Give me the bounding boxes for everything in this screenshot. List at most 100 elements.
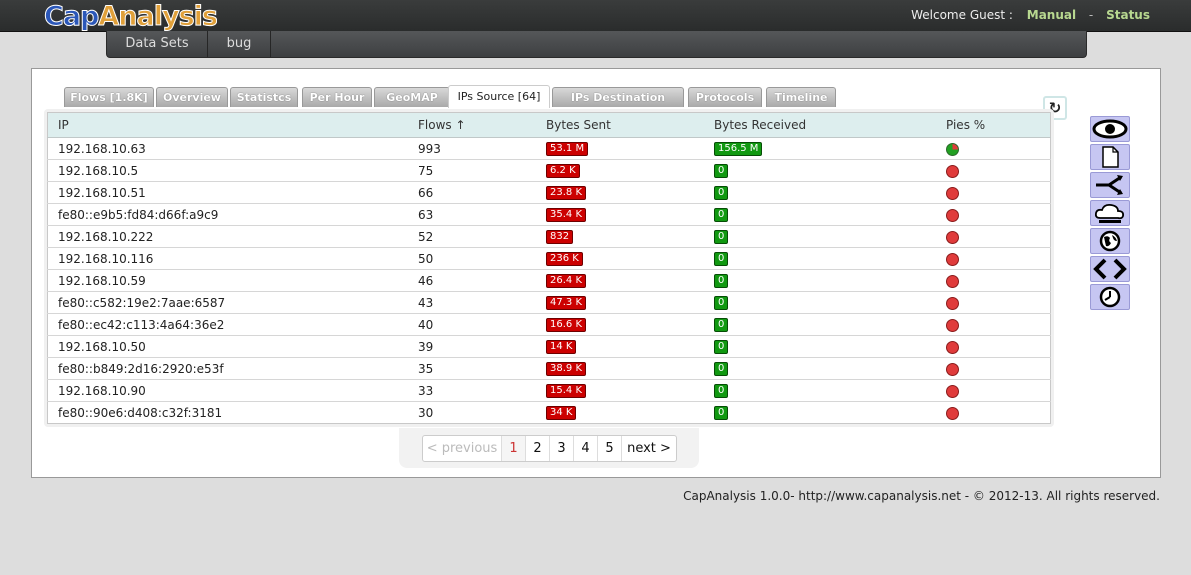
table-row[interactable]: fe80::ec42:c113:4a64:36e2 40 16.6 K 0 bbox=[47, 313, 1051, 336]
tab-per-hour[interactable]: Per Hour bbox=[302, 87, 372, 107]
bytes-sent-badge: 38.9 K bbox=[546, 361, 587, 376]
main-panel: Flows [1.8K] Overview Statistcs Per Hour… bbox=[31, 68, 1161, 478]
arrows-icon bbox=[1093, 258, 1127, 280]
tab-protocols[interactable]: Protocols bbox=[688, 87, 762, 107]
pagination-frame: < previous 1 2 3 4 5 next > bbox=[399, 428, 699, 468]
table-row[interactable]: fe80::90e6:d408:c32f:3181 30 34 K 0 bbox=[47, 401, 1051, 424]
bytes-received-badge: 0 bbox=[714, 339, 729, 354]
pie-chart-icon[interactable] bbox=[946, 296, 959, 310]
tab-ips-source[interactable]: IPs Source [64] bbox=[448, 85, 550, 108]
document-icon bbox=[1102, 146, 1119, 168]
document-button[interactable] bbox=[1090, 144, 1130, 170]
bytes-received-badge: 0 bbox=[714, 185, 729, 200]
pie-chart-icon[interactable] bbox=[946, 186, 959, 200]
cell-bytes-sent: 6.2 K bbox=[536, 159, 704, 182]
direction-button[interactable] bbox=[1090, 256, 1130, 282]
tab-overview[interactable]: Overview bbox=[156, 87, 228, 107]
table-row[interactable]: 192.168.10.5 75 6.2 K 0 bbox=[47, 159, 1051, 182]
cell-flows: 30 bbox=[408, 401, 536, 424]
bytes-sent-badge: 35.4 K bbox=[546, 207, 587, 222]
cell-bytes-sent: 35.4 K bbox=[536, 203, 704, 226]
pie-chart-icon[interactable] bbox=[946, 340, 959, 354]
dataset-menu-data-sets[interactable]: Data Sets bbox=[107, 31, 208, 57]
page-button-4[interactable]: 4 bbox=[574, 436, 598, 461]
cell-bytes-received: 0 bbox=[704, 401, 936, 424]
cell-bytes-sent: 15.4 K bbox=[536, 379, 704, 402]
cell-ip: 192.168.10.51 bbox=[47, 181, 408, 204]
table-row[interactable]: 192.168.10.51 66 23.8 K 0 bbox=[47, 181, 1051, 204]
cell-pie bbox=[936, 269, 1051, 292]
next-page-button[interactable]: next > bbox=[622, 436, 676, 461]
branch-button[interactable] bbox=[1090, 172, 1130, 198]
branch-icon bbox=[1096, 175, 1123, 195]
column-header-ip[interactable]: IP bbox=[47, 112, 408, 138]
pie-chart-icon[interactable] bbox=[946, 142, 959, 156]
pie-chart-icon[interactable] bbox=[946, 406, 959, 420]
table-row[interactable]: fe80::c582:19e2:7aae:6587 43 47.3 K 0 bbox=[47, 291, 1051, 314]
pie-chart-icon[interactable] bbox=[946, 230, 959, 244]
table-header-row: IP Flows ↑ Bytes Sent Bytes Received Pie… bbox=[47, 112, 1051, 138]
status-link[interactable]: Status bbox=[1106, 8, 1150, 22]
table-row[interactable]: 192.168.10.59 46 26.4 K 0 bbox=[47, 269, 1051, 292]
table-row[interactable]: 192.168.10.50 39 14 K 0 bbox=[47, 335, 1051, 358]
column-header-bytes-sent[interactable]: Bytes Sent bbox=[536, 112, 704, 138]
view-button[interactable] bbox=[1090, 116, 1130, 142]
timeline-button[interactable] bbox=[1090, 284, 1130, 310]
bytes-received-badge: 156.5 M bbox=[714, 141, 763, 156]
cell-flows: 993 bbox=[408, 137, 536, 160]
cell-pie bbox=[936, 379, 1051, 402]
pie-chart-icon[interactable] bbox=[946, 384, 959, 398]
dataset-bar: Data Sets bug bbox=[106, 31, 1087, 58]
page-button-5[interactable]: 5 bbox=[598, 436, 622, 461]
cell-flows: 40 bbox=[408, 313, 536, 336]
table-row[interactable]: fe80::e9b5:fd84:d66f:a9c9 63 35.4 K 0 bbox=[47, 203, 1051, 226]
previous-page-button[interactable]: < previous bbox=[423, 436, 502, 461]
bytes-received-badge: 0 bbox=[714, 361, 729, 376]
bytes-sent-badge: 6.2 K bbox=[546, 163, 580, 178]
bytes-received-badge: 0 bbox=[714, 383, 729, 398]
column-header-bytes-received[interactable]: Bytes Received bbox=[704, 112, 936, 138]
logo-text-analysis: Analysis bbox=[98, 1, 217, 32]
column-header-flows[interactable]: Flows ↑ bbox=[408, 112, 536, 138]
page-button-3[interactable]: 3 bbox=[550, 436, 574, 461]
page-button-1[interactable]: 1 bbox=[502, 436, 526, 461]
eye-icon bbox=[1092, 119, 1128, 139]
table-row[interactable]: 192.168.10.116 50 236 K 0 bbox=[47, 247, 1051, 270]
bytes-received-badge: 0 bbox=[714, 163, 729, 178]
cell-bytes-received: 0 bbox=[704, 357, 936, 380]
app-logo[interactable]: CapAnalysis bbox=[44, 0, 217, 32]
cell-bytes-sent: 47.3 K bbox=[536, 291, 704, 314]
table-row[interactable]: 192.168.10.90 33 15.4 K 0 bbox=[47, 379, 1051, 402]
geomap-button[interactable] bbox=[1090, 228, 1130, 254]
bytes-sent-badge: 34 K bbox=[546, 405, 577, 420]
pie-chart-icon[interactable] bbox=[946, 252, 959, 266]
manual-link[interactable]: Manual bbox=[1027, 8, 1076, 22]
bytes-received-badge: 0 bbox=[714, 229, 729, 244]
cell-bytes-received: 0 bbox=[704, 379, 936, 402]
welcome-label: Welcome Guest : bbox=[911, 8, 1013, 22]
tab-statistics[interactable]: Statistcs bbox=[230, 87, 298, 107]
cell-bytes-sent: 34 K bbox=[536, 401, 704, 424]
dataset-menu-bug[interactable]: bug bbox=[208, 31, 271, 57]
cell-pie bbox=[936, 225, 1051, 248]
pie-chart-icon[interactable] bbox=[946, 318, 959, 332]
cell-bytes-received: 0 bbox=[704, 181, 936, 204]
cell-ip: 192.168.10.63 bbox=[47, 137, 408, 160]
pie-chart-icon[interactable] bbox=[946, 274, 959, 288]
table-row[interactable]: 192.168.10.222 52 832 0 bbox=[47, 225, 1051, 248]
tab-geomap[interactable]: GeoMAP bbox=[374, 87, 450, 107]
tab-timeline[interactable]: Timeline bbox=[766, 87, 836, 107]
tab-ips-destination[interactable]: IPs Destination [141] bbox=[552, 87, 684, 124]
bytes-sent-badge: 15.4 K bbox=[546, 383, 587, 398]
pie-chart-icon[interactable] bbox=[946, 164, 959, 178]
cell-pie bbox=[936, 357, 1051, 380]
column-header-pies[interactable]: Pies % bbox=[936, 112, 1051, 138]
page-button-2[interactable]: 2 bbox=[526, 436, 550, 461]
protocols-button[interactable] bbox=[1090, 200, 1130, 226]
pie-chart-icon[interactable] bbox=[946, 208, 959, 222]
table-row[interactable]: fe80::b849:2d16:2920:e53f 35 38.9 K 0 bbox=[47, 357, 1051, 380]
table-row[interactable]: 192.168.10.63 993 53.1 M 156.5 M bbox=[47, 137, 1051, 160]
cell-ip: 192.168.10.222 bbox=[47, 225, 408, 248]
tab-flows[interactable]: Flows [1.8K] bbox=[64, 87, 154, 107]
pie-chart-icon[interactable] bbox=[946, 362, 959, 376]
